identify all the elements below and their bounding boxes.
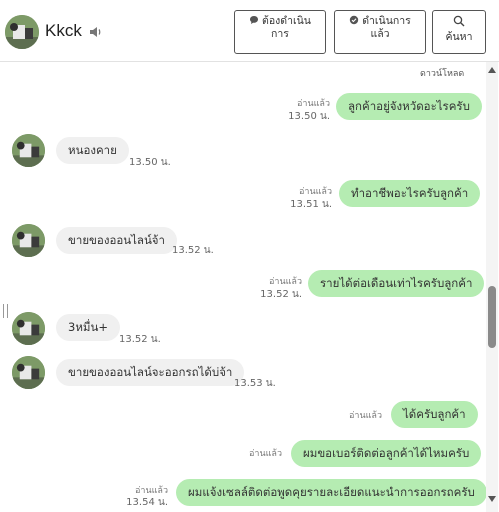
message-time: 13.54 น. bbox=[126, 497, 168, 508]
scroll-down-arrow-icon[interactable] bbox=[488, 496, 496, 502]
outgoing-message[interactable]: ได้ครับลูกค้า bbox=[391, 401, 478, 428]
read-receipt: อ่านแล้ว bbox=[299, 187, 332, 197]
search-button-label: ค้นหา bbox=[445, 31, 473, 43]
message-time: 13.50 น. bbox=[129, 157, 171, 168]
contact-avatar-small[interactable] bbox=[12, 356, 45, 389]
done-button-label-2: แล้ว bbox=[370, 28, 390, 40]
read-receipt: อ่านแล้ว bbox=[297, 99, 330, 109]
search-icon bbox=[453, 15, 465, 30]
contact-avatar-small[interactable] bbox=[12, 312, 45, 345]
check-bubble-icon bbox=[349, 15, 359, 25]
done-button[interactable]: ดำเนินการ แล้ว bbox=[334, 10, 426, 54]
done-button-label-1: ดำเนินการ bbox=[362, 15, 411, 27]
chat-header: Kkck ต้องดำเนิน การ ดำเนินการ แล้ว ค้นหา bbox=[0, 0, 499, 62]
outgoing-message[interactable]: ผมแจ้งเซลล์ติดต่อพูดคุยรายละเอียดแนะนำกา… bbox=[176, 479, 487, 506]
read-receipt: อ่านแล้ว bbox=[249, 449, 282, 459]
panel-resize-handle[interactable] bbox=[3, 304, 8, 318]
message-time: 13.52 น. bbox=[119, 334, 161, 345]
message-time: 13.52 น. bbox=[172, 245, 214, 256]
todo-button[interactable]: ต้องดำเนิน การ bbox=[234, 10, 326, 54]
message-time: 13.52 น. bbox=[260, 289, 302, 300]
scroll-up-arrow-icon[interactable] bbox=[488, 67, 496, 73]
read-receipt: อ่านแล้ว bbox=[349, 411, 382, 421]
contact-avatar-small[interactable] bbox=[12, 134, 45, 167]
contact-name: Kkck bbox=[45, 21, 82, 40]
message-time: 13.53 น. bbox=[234, 378, 276, 389]
read-receipt: อ่านแล้ว bbox=[269, 277, 302, 287]
message-time: 13.50 น. bbox=[288, 111, 330, 122]
contact-avatar-small[interactable] bbox=[12, 224, 45, 257]
incoming-message[interactable]: หนองคาย bbox=[56, 137, 129, 164]
todo-button-label-1: ต้องดำเนิน bbox=[262, 15, 311, 27]
contact-avatar[interactable] bbox=[5, 15, 39, 49]
incoming-message[interactable]: ขายของออนไลน์จะออกรถได้บ่จ้า bbox=[56, 359, 245, 386]
search-button[interactable]: ค้นหา bbox=[432, 10, 486, 54]
incoming-message[interactable]: ขายของออนไลน์จ้า bbox=[56, 227, 178, 254]
download-link[interactable]: ดาวน์โหลด bbox=[420, 66, 464, 80]
todo-button-label-2: การ bbox=[271, 28, 289, 40]
outgoing-message[interactable]: ผมขอเบอร์ติดต่อลูกค้าได้ไหมครับ bbox=[291, 440, 482, 467]
chat-bubble-icon bbox=[249, 15, 259, 25]
incoming-message[interactable]: 3หมื่น+ bbox=[56, 314, 120, 341]
message-time: 13.51 น. bbox=[290, 199, 332, 210]
outgoing-message[interactable]: ลูกค้าอยู่จังหวัดอะไรครับ bbox=[336, 93, 482, 120]
scroll-thumb[interactable] bbox=[488, 286, 496, 348]
chat-scrollbar[interactable] bbox=[486, 62, 498, 512]
speaker-icon[interactable] bbox=[88, 24, 104, 40]
outgoing-message[interactable]: ทำอาชีพอะไรครับลูกค้า bbox=[339, 180, 481, 207]
outgoing-message[interactable]: รายได้ต่อเดือนเท่าไรครับลูกค้า bbox=[308, 270, 485, 297]
